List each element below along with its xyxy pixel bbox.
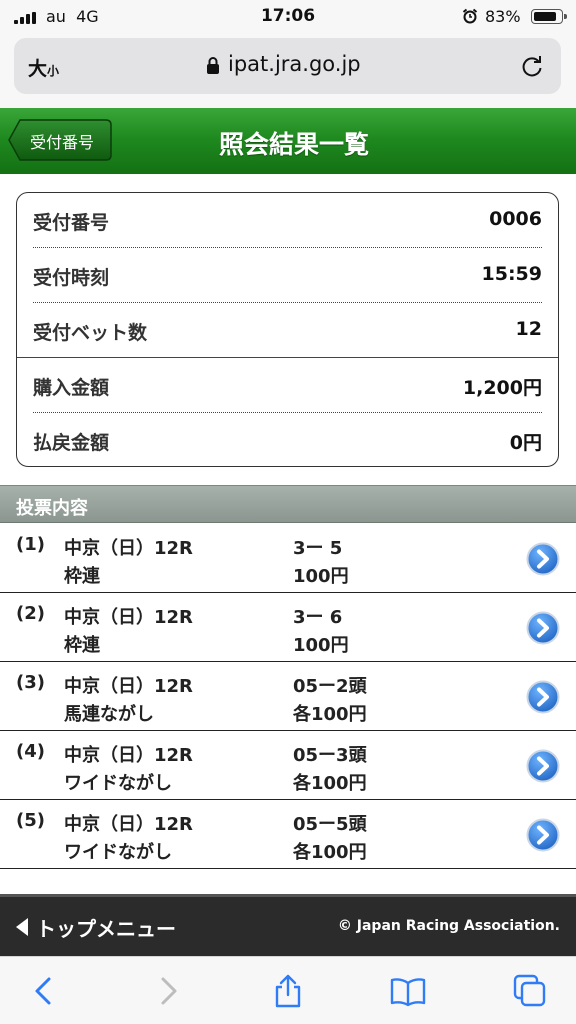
share-icon[interactable]: [270, 973, 306, 1009]
bet-row[interactable]: (3) 中京（日）12R 馬連ながし 05ー2頭 各100円: [0, 662, 576, 731]
top-menu-label: トップメニュー: [36, 917, 176, 941]
bet-race: 中京（日）12R: [64, 745, 193, 766]
summary-label: 購入金額: [33, 377, 110, 399]
footer-bar: トップメニュー © Japan Racing Association.: [0, 894, 576, 956]
status-bar: au 4G 17:06 83%: [0, 0, 576, 34]
chevron-right-circle-icon[interactable]: [526, 680, 560, 714]
bet-race: 中京（日）12R: [64, 607, 193, 628]
bet-combination: 05ー5頭: [293, 814, 367, 835]
chevron-right-circle-icon[interactable]: [526, 818, 560, 852]
bet-combination: 3ー 6: [293, 607, 343, 628]
text-size-big-label: 大: [28, 58, 48, 80]
chevron-right-circle-icon[interactable]: [526, 542, 560, 576]
footer-spacer: [0, 870, 576, 894]
bet-amount: 100円: [293, 635, 349, 656]
bet-index: (1): [16, 534, 45, 555]
bet-index: (5): [16, 810, 45, 831]
bet-row[interactable]: (2) 中京（日）12R 枠連 3ー 6 100円: [0, 593, 576, 662]
summary-card: 受付番号 0006 受付時刻 15:59 受付ベット数 12 購入金額 1,20…: [16, 192, 559, 467]
summary-value: 0円: [509, 432, 542, 454]
tabs-icon[interactable]: [512, 973, 548, 1009]
summary-label: 受付時刻: [33, 267, 110, 289]
triangle-left-icon: [16, 918, 28, 936]
summary-row-purchase-amount: 購入金額 1,200円: [33, 358, 542, 413]
bet-list: (1) 中京（日）12R 枠連 3ー 5 100円 (2) 中京（日）12R 枠…: [0, 524, 576, 869]
bet-index: (4): [16, 741, 45, 762]
bet-race: 中京（日）12R: [64, 814, 193, 835]
bet-type: ワイドながし: [64, 842, 172, 863]
summary-value: 12: [515, 318, 542, 340]
summary-label: 受付番号: [33, 212, 110, 234]
chevron-right-circle-icon[interactable]: [526, 749, 560, 783]
summary-value: 1,200円: [462, 377, 542, 399]
copyright-text: © Japan Racing Association.: [337, 918, 560, 934]
bet-combination: 05ー3頭: [293, 745, 367, 766]
bet-type: 枠連: [64, 566, 100, 587]
page-title: 照会結果一覧: [218, 130, 369, 159]
bet-combination: 3ー 5: [293, 538, 343, 559]
bet-type: 馬連ながし: [64, 704, 154, 725]
bet-type: 枠連: [64, 635, 100, 656]
bookmarks-icon[interactable]: [390, 973, 426, 1009]
bet-amount: 各100円: [293, 842, 367, 863]
bet-index: (2): [16, 603, 45, 624]
battery-icon: [531, 9, 567, 24]
summary-label: 払戻金額: [33, 432, 110, 454]
address-bar[interactable]: 大小 ipat.jra.go.jp: [14, 38, 561, 94]
text-size-button[interactable]: 大小: [28, 54, 59, 81]
bet-race: 中京（日）12R: [64, 676, 193, 697]
bet-combination: 05ー2頭: [293, 676, 367, 697]
lock-icon: [207, 57, 219, 74]
summary-row-bet-count: 受付ベット数 12: [33, 303, 542, 358]
section-title: 投票内容: [16, 498, 88, 519]
bet-row[interactable]: (5) 中京（日）12R ワイドながし 05ー5頭 各100円: [0, 800, 576, 869]
summary-value: 15:59: [481, 263, 542, 285]
bet-amount: 各100円: [293, 704, 367, 725]
bet-row[interactable]: (1) 中京（日）12R 枠連 3ー 5 100円: [0, 524, 576, 593]
bet-race: 中京（日）12R: [64, 538, 193, 559]
chevron-right-circle-icon[interactable]: [526, 611, 560, 645]
section-header: 投票内容: [0, 485, 576, 523]
bet-amount: 各100円: [293, 773, 367, 794]
summary-row-receipt-time: 受付時刻 15:59: [33, 248, 542, 303]
browser-toolbar: [0, 956, 576, 1024]
summary-row-receipt-number: 受付番号 0006: [33, 193, 542, 248]
text-size-small-label: 小: [47, 64, 60, 78]
summary-value: 0006: [489, 208, 542, 230]
bet-type: ワイドながし: [64, 773, 172, 794]
page-header: 受付番号 照会結果一覧: [0, 108, 576, 174]
summary-row-payout-amount: 払戻金額 0円: [33, 413, 542, 468]
url-text[interactable]: ipat.jra.go.jp: [228, 52, 361, 76]
bet-amount: 100円: [293, 566, 349, 587]
bet-row[interactable]: (4) 中京（日）12R ワイドながし 05ー3頭 各100円: [0, 731, 576, 800]
battery-percent: 83%: [485, 7, 521, 26]
alarm-icon: [462, 8, 478, 24]
reload-icon[interactable]: [519, 53, 545, 79]
browser-address-area: 大小 ipat.jra.go.jp: [0, 34, 576, 108]
summary-label: 受付ベット数: [33, 322, 148, 344]
forward-icon[interactable]: [150, 973, 186, 1009]
bet-index: (3): [16, 672, 45, 693]
back-icon[interactable]: [26, 973, 62, 1009]
